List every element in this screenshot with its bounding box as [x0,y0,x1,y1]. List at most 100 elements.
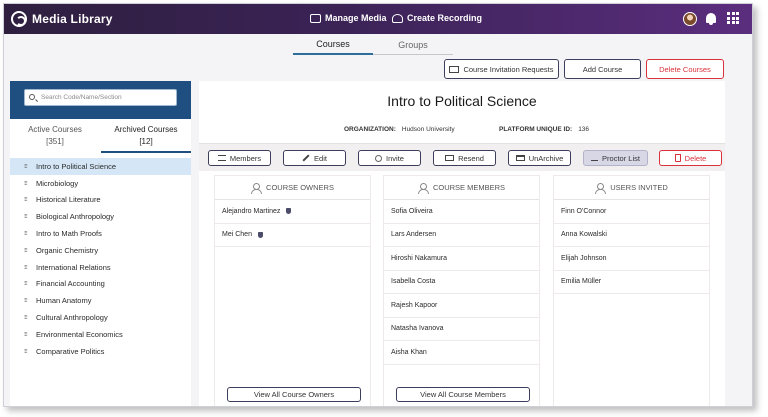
proctor-list-label: Proctor List [602,153,640,163]
unarchive-label: UnArchive [528,153,564,163]
course-list-item[interactable]: ⁝⁝⁝ Financial Accounting [10,276,191,293]
user-avatar[interactable] [683,12,697,26]
member-row[interactable]: Isabella Costa [384,271,539,294]
member-row[interactable]: Elijah Johnson [554,247,709,271]
members-button[interactable]: Members [208,150,271,166]
edit-button[interactable]: Edit [283,150,346,166]
course-icon: ⁝⁝⁝ [24,247,28,254]
download-icon [591,156,599,161]
app-logo-icon[interactable] [11,11,27,27]
tab-groups[interactable]: Groups [373,35,453,55]
course-list-item[interactable]: ⁝⁝⁝ Microbiology [10,175,191,192]
course-name: Environmental Economics [36,329,123,339]
member-name: Emilia Müller [561,278,602,286]
member-row[interactable]: Anna Kowalski [554,224,709,247]
course-list-item[interactable]: ⁝⁝⁝ International Relations [10,259,191,276]
course-name: Human Anatomy [36,296,92,306]
resend-label: Resend [458,153,484,163]
edit-label: Edit [314,153,327,163]
envelope-icon [449,65,460,73]
resend-button[interactable]: Resend [433,150,496,166]
course-invitation-requests-button[interactable]: Course Invitation Requests [444,59,559,79]
invite-button[interactable]: Invite [358,150,421,166]
invited-list: Finn O'Connor Anna Kowalski Elijah Johnson… [554,200,709,294]
trash-icon [674,154,681,162]
member-row[interactable]: Rajesh Kapoor [384,294,539,318]
active-courses-count: [351] [46,137,64,146]
invite-label: Invite [386,153,404,163]
course-list-item[interactable]: ⁝⁝⁝ Comparative Politics [10,343,191,360]
course-owners-title: COURSE OWNERS [266,183,334,192]
list-icon [217,155,226,161]
course-list-item[interactable]: ⁝⁝⁝ Cultural Anthropology [10,309,191,326]
course-name: Cultural Anthropology [36,313,108,323]
member-name: Elijah Johnson [561,254,607,262]
course-name: Microbiology [36,178,79,188]
member-row[interactable]: Finn O'Connor [554,200,709,224]
app-title[interactable]: Media Library [32,12,113,26]
course-name: Financial Accounting [36,279,105,289]
course-list-item[interactable]: ⁝⁝⁝ Historical Literature [10,192,191,209]
platform-id-label: PLATFORM UNIQUE ID: [499,126,573,133]
delete-courses-button[interactable]: Delete Courses [646,59,724,79]
add-user-icon [375,154,383,162]
member-row[interactable]: Natasha Ivanova [384,318,539,341]
tab-courses[interactable]: Courses [293,35,373,55]
course-owners-column: COURSE OWNERS Alejandro Martinez Mei Chen… [214,175,371,406]
pencil-icon [302,154,310,162]
course-detail-panel: Intro to Political Science ORGANIZATION:… [199,81,725,406]
course-icon: ⁝⁝⁝ [24,163,28,170]
member-row[interactable]: Sofia Oliveira [384,200,539,224]
course-icon: ⁝⁝⁝ [24,214,28,221]
course-name: Comparative Politics [36,346,105,356]
course-list-item[interactable]: ⁝⁝⁝ Intro to Political Science [10,158,191,175]
course-name: Intro to Political Science [36,161,117,171]
manage-media-button[interactable]: Manage Media [310,13,387,23]
course-list-item[interactable]: ⁝⁝⁝ Intro to Math Proofs [10,225,191,242]
users-invited-header: USERS INVITED [554,176,709,200]
organization-label: ORGANIZATION: [344,126,396,133]
course-name: Historical Literature [36,195,101,205]
member-row[interactable]: Hiroshi Nakamura [384,247,539,271]
course-list-item[interactable]: ⁝⁝⁝ Human Anatomy [10,292,191,309]
delete-button[interactable]: Delete [659,150,722,166]
create-recording-label: Create Recording [407,13,483,23]
course-name: Intro to Math Proofs [36,229,102,239]
member-name: Anna Kowalski [561,231,607,239]
view-all-owners-button[interactable]: View All Course Owners [227,387,361,402]
course-icon: ⁝⁝⁝ [24,298,28,305]
course-icon: ⁝⁝⁝ [24,315,28,322]
create-recording-button[interactable]: Create Recording [392,13,482,23]
platform-id-meta: PLATFORM UNIQUE ID: 136 [499,126,589,133]
bell-icon[interactable] [706,13,716,25]
course-title: Intro to Political Science [387,93,537,109]
member-name: Mei Chen [222,231,252,239]
course-list-item[interactable]: ⁝⁝⁝ Environmental Economics [10,326,191,343]
invited-user-icon [595,183,607,194]
tab-archived-courses[interactable]: Archived Courses [12] [101,121,191,153]
member-row[interactable]: Emilia Müller [554,271,709,294]
members-list: Sofia Oliveira Lars Andersen Hiroshi Nakam… [384,200,539,365]
course-list: ⁝⁝⁝ Intro to Political Science ⁝⁝⁝ Microbio… [10,158,191,360]
course-name: Biological Anthropology [36,212,114,222]
search-input[interactable]: Search Code/Name/Section [24,89,177,106]
proctor-list-button[interactable]: Proctor List [583,150,648,166]
add-course-button[interactable]: Add Course [564,59,641,79]
shield-icon [257,231,263,238]
member-name: Natasha Ivanova [391,325,444,333]
member-row[interactable]: Aisha Khan [384,341,539,365]
tab-active-courses[interactable]: Active Courses [351] [10,121,100,153]
course-list-item[interactable]: ⁝⁝⁝ Biological Anthropology [10,208,191,225]
member-row[interactable]: Lars Andersen [384,224,539,247]
unarchive-button[interactable]: UnArchive [508,150,571,166]
apps-grid-icon[interactable] [727,12,739,24]
member-row[interactable]: Mei Chen [215,224,370,247]
course-list-item[interactable]: ⁝⁝⁝ Organic Chemistry [10,242,191,259]
member-name: Aisha Khan [391,348,427,356]
envelope-icon [445,155,455,161]
view-all-members-button[interactable]: View All Course Members [396,387,530,402]
member-row[interactable]: Alejandro Martinez [215,200,370,224]
app-window: Media Library Manage Media Create Record… [3,3,753,407]
media-icon [310,13,321,23]
course-icon: ⁝⁝⁝ [24,331,28,338]
